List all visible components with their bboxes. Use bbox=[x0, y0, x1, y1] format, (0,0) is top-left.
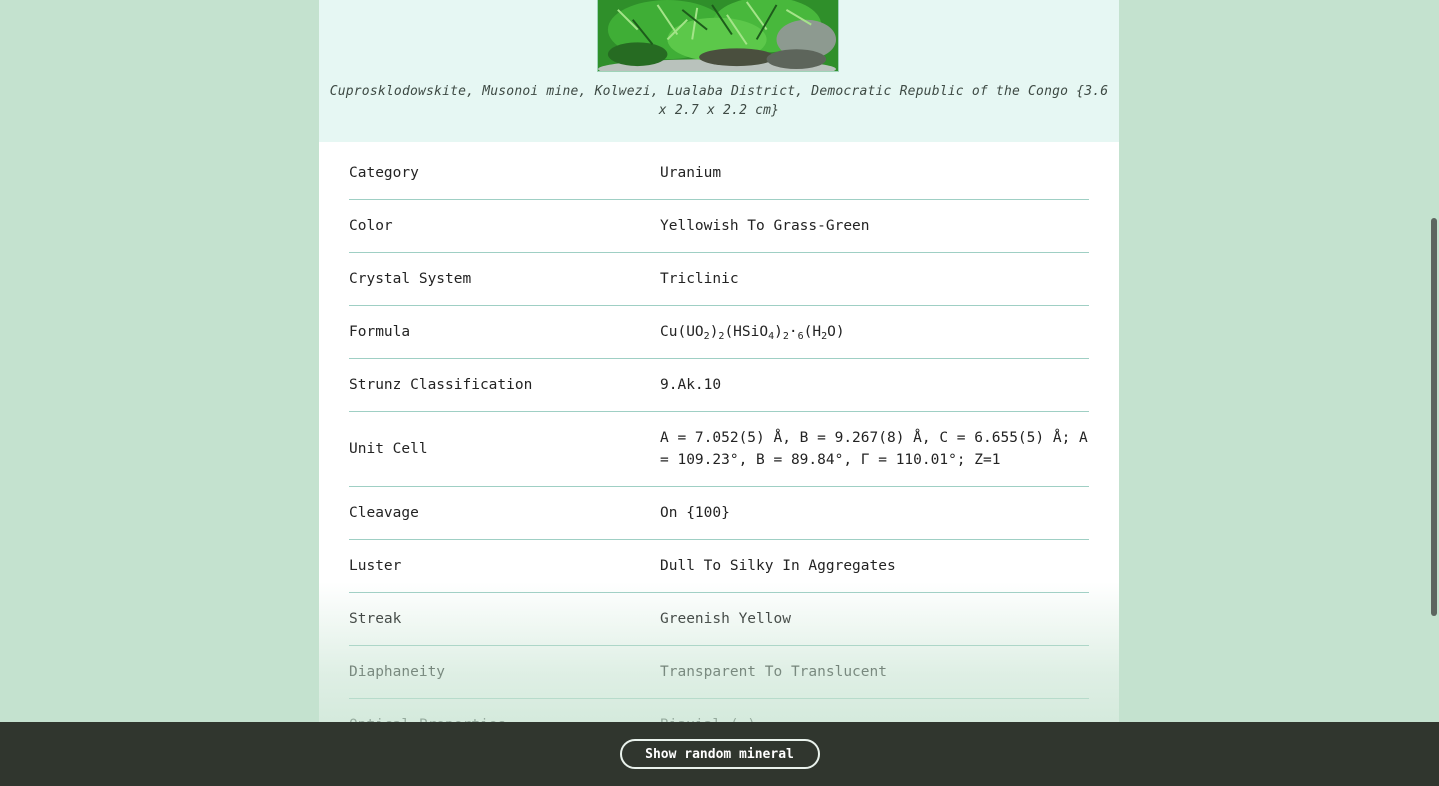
property-key: Cleavage bbox=[349, 505, 419, 521]
page-scrollbar[interactable] bbox=[1429, 0, 1439, 722]
property-key: Color bbox=[349, 218, 393, 234]
property-value: Yellowish To Grass-Green bbox=[660, 200, 1089, 252]
property-value-text: Uranium bbox=[660, 165, 722, 181]
mineral-page: Cuprosklodowskite, Musonoi mine, Kolwezi… bbox=[319, 0, 1119, 786]
property-value: 9.Ak.10 bbox=[660, 359, 1089, 411]
show-random-mineral-button[interactable]: Show random mineral bbox=[619, 739, 820, 769]
property-key: Category bbox=[349, 165, 419, 181]
property-row: Color Yellowish To Grass-Green bbox=[349, 200, 1089, 253]
property-value: Greenish Yellow bbox=[660, 593, 1089, 645]
specimen-image bbox=[598, 0, 838, 71]
property-key: Crystal System bbox=[349, 271, 472, 287]
formula-text: ) bbox=[774, 324, 783, 340]
property-row: Strunz Classification 9.Ak.10 bbox=[349, 359, 1089, 412]
property-row: Luster Dull To Silky In Aggregates bbox=[349, 540, 1089, 593]
property-value-text: 9.Ak.10 bbox=[660, 377, 722, 393]
properties-table: Category Uranium Color Yellowish To Grass-G… bbox=[319, 142, 1119, 786]
bottom-action-bar: Show random mineral bbox=[0, 722, 1439, 786]
property-value: Dull To Silky In Aggregates bbox=[660, 540, 1089, 592]
property-row: Formula Cu(UO2)2(HSiO4)2·6(H2O) bbox=[349, 306, 1089, 359]
property-row: Streak Greenish Yellow bbox=[349, 593, 1089, 646]
property-row: Diaphaneity Transparent To Translucent bbox=[349, 646, 1089, 699]
property-value-text: Yellowish To Grass-Green bbox=[660, 218, 870, 234]
property-value-text: Triclinic bbox=[660, 271, 739, 287]
property-key: Unit Cell bbox=[349, 441, 428, 457]
property-value: On {100} bbox=[660, 487, 1089, 539]
property-key: Luster bbox=[349, 558, 402, 574]
property-value: Transparent To Translucent bbox=[660, 646, 1089, 698]
property-value-text: A = 7.052(5) Å, B = 9.267(8) Å, C = 6.65… bbox=[660, 430, 1088, 468]
scrollbar-thumb[interactable] bbox=[1431, 218, 1437, 616]
formula-text: Cu(UO bbox=[660, 324, 704, 340]
property-value: Uranium bbox=[660, 147, 1089, 199]
property-row: Unit Cell A = 7.052(5) Å, B = 9.267(8) Å,… bbox=[349, 412, 1089, 487]
formula-text: (HSiO bbox=[724, 324, 769, 340]
property-value-text: Greenish Yellow bbox=[660, 611, 791, 627]
property-value: A = 7.052(5) Å, B = 9.267(8) Å, C = 6.65… bbox=[660, 412, 1089, 486]
specimen-figure: Cuprosklodowskite, Musonoi mine, Kolwezi… bbox=[319, 0, 1119, 142]
property-key: Formula bbox=[349, 324, 411, 340]
property-row: Cleavage On {100} bbox=[349, 487, 1089, 540]
formula-value: Cu(UO2)2(HSiO4)2·6(H2O) bbox=[660, 321, 845, 343]
formula-text: · bbox=[788, 324, 798, 340]
property-row: Crystal System Triclinic bbox=[349, 253, 1089, 306]
property-value: Triclinic bbox=[660, 253, 1089, 305]
property-row: Category Uranium bbox=[349, 147, 1089, 200]
property-value: Cu(UO2)2(HSiO4)2·6(H2O) bbox=[660, 306, 1089, 358]
specimen-photo bbox=[597, 0, 839, 72]
property-value-text: Dull To Silky In Aggregates bbox=[660, 558, 896, 574]
property-key: Streak bbox=[349, 611, 402, 627]
formula-text: (H bbox=[803, 324, 822, 340]
specimen-caption: Cuprosklodowskite, Musonoi mine, Kolwezi… bbox=[329, 84, 1109, 118]
property-value-text: Transparent To Translucent bbox=[660, 664, 887, 680]
formula-text: O) bbox=[827, 324, 845, 340]
property-key: Strunz Classification bbox=[349, 377, 533, 393]
property-key: Diaphaneity bbox=[349, 664, 446, 680]
property-value-text: On {100} bbox=[660, 505, 730, 521]
